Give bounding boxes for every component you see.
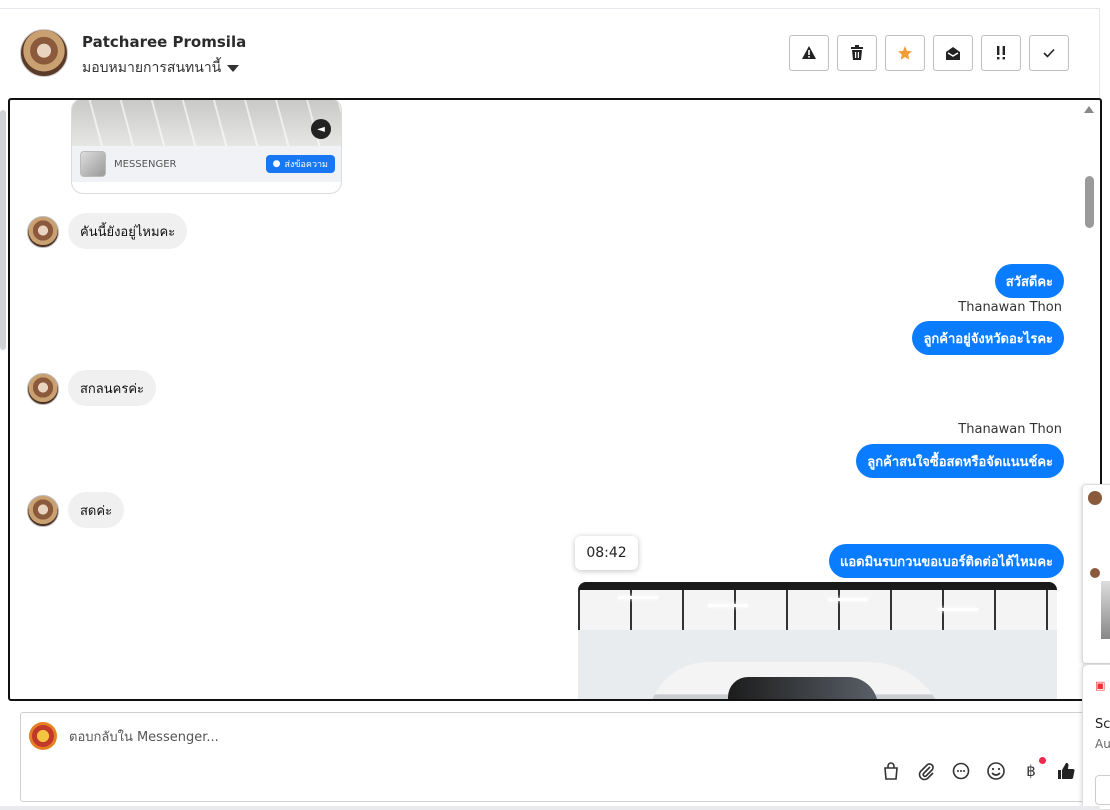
outgoing-message: สวัสดีคะ [994, 264, 1064, 298]
ad-source-label: MESSENGER [114, 158, 177, 170]
chat-bubble-icon[interactable] [950, 760, 972, 782]
composer-tools: ฿ [880, 757, 1077, 782]
baht-glyph: ฿ [1026, 762, 1036, 780]
page-avatar [29, 722, 57, 750]
outgoing-message: ลูกค้าอยู่จังหวัดอะไรคะ [912, 321, 1064, 355]
reply-composer: ฿ [20, 712, 1096, 802]
panel-title: Sc [1095, 717, 1110, 732]
scroll-thumb[interactable] [1085, 176, 1094, 228]
inbox-app: Patcharee Promsila มอบหมายการสนทนานี้ ◄ … [0, 8, 1102, 808]
paperclip-icon[interactable] [915, 760, 937, 782]
vehicle-photo[interactable] [578, 582, 1057, 699]
outer-scrollbar[interactable] [0, 110, 6, 350]
reply-input[interactable] [69, 725, 869, 749]
conversation-header: Patcharee Promsila มอบหมายการสนทนานี้ [0, 9, 1100, 97]
check-icon [1043, 48, 1055, 58]
contact-avatar-small [27, 216, 59, 248]
mute-icon[interactable]: ◄ [311, 119, 331, 139]
delete-button[interactable] [837, 35, 877, 71]
report-spam-button[interactable] [789, 35, 829, 71]
emoji-icon[interactable] [985, 760, 1007, 782]
contact-avatar[interactable] [20, 29, 68, 77]
trash-icon [851, 45, 863, 60]
envelope-open-icon [946, 47, 960, 60]
ad-video-card[interactable]: ◄ MESSENGER ● ส่งข้อความ [71, 100, 342, 194]
send-message-cta[interactable]: ● ส่งข้อความ [265, 155, 335, 173]
sender-name: Thanawan Thon [958, 422, 1062, 437]
messenger-icon: ● [272, 159, 281, 169]
mark-done-button[interactable] [1029, 35, 1069, 71]
timestamp-tooltip: 08:42 [575, 536, 638, 570]
contact-name[interactable]: Patcharee Promsila [82, 33, 246, 51]
assign-label: มอบหมายการสนทนานี้ [82, 60, 222, 76]
shopping-bag-icon[interactable] [880, 760, 902, 782]
assign-conversation-dropdown[interactable]: มอบหมายการสนทนานี้ [82, 57, 240, 79]
bottom-scrollbar[interactable] [0, 806, 1100, 810]
incoming-message: สดค่ะ [68, 492, 125, 528]
caret-down-icon [227, 64, 240, 72]
outgoing-message: แอดมินรบกวนขอเบอร์ติดต่อได้ไหมคะ [828, 544, 1064, 578]
follow-up-button[interactable] [981, 35, 1021, 71]
incoming-message: สกลนครค่ะ [68, 370, 157, 406]
side-notification-panel[interactable]: ▣ Sc Au [1082, 664, 1110, 810]
ad-video-preview[interactable] [72, 100, 341, 146]
incoming-message: คันนี้ยังอยู่ไหมคะ [68, 213, 188, 249]
outgoing-message: ลูกค้าสนใจซื้อสดหรือจัดแนนช์คะ [856, 444, 1064, 478]
side-conversation-preview[interactable] [1082, 484, 1110, 664]
panel-button[interactable] [1095, 775, 1110, 805]
ad-thumbnail [80, 151, 106, 177]
mark-unread-button[interactable] [933, 35, 973, 71]
baht-icon[interactable]: ฿ [1020, 757, 1046, 782]
thumbs-up-icon[interactable] [1055, 760, 1077, 782]
star-button[interactable] [885, 35, 925, 71]
header-actions [789, 35, 1069, 71]
page: Patcharee Promsila มอบหมายการสนทนานี้ ◄ … [0, 0, 1110, 810]
contact-avatar-small [27, 373, 59, 405]
exclamation-icon [997, 46, 1005, 60]
notification-dot [1039, 757, 1046, 764]
message-thread[interactable]: ◄ MESSENGER ● ส่งข้อความ คันนี้ยังอยู่ไห… [8, 98, 1102, 701]
sender-name: Thanawan Thon [958, 300, 1062, 315]
app-logo-icon: ▣ [1095, 679, 1106, 692]
cta-label: ส่งข้อความ [284, 160, 328, 170]
panel-subtitle: Au [1095, 737, 1110, 751]
ad-card-footer: MESSENGER ● ส่งข้อความ [72, 146, 341, 182]
contact-avatar-small [27, 495, 59, 527]
warning-icon [802, 46, 816, 59]
scroll-up-arrow-icon[interactable] [1084, 106, 1094, 113]
star-icon [898, 46, 912, 60]
